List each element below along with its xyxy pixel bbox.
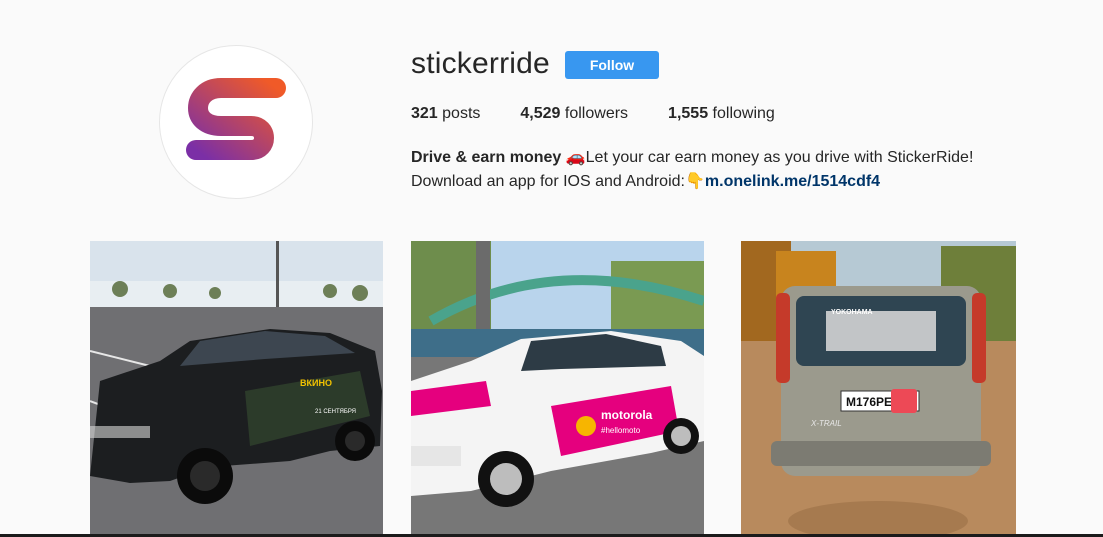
following-count-stat[interactable]: 1,555 following — [668, 105, 775, 123]
bio-text: Let your car earn money as you drive wit… — [585, 149, 974, 166]
svg-text:М176РЕ: М176РЕ — [846, 395, 892, 409]
profile-username: stickerride — [411, 47, 550, 80]
bio-full-name: Drive & earn money — [411, 149, 562, 166]
follow-button[interactable]: Follow — [565, 51, 659, 79]
followers-count-stat[interactable]: 4,529 followers — [520, 105, 628, 123]
svg-text:X-TRAIL: X-TRAIL — [810, 419, 842, 428]
post-image-white-car: motorola #hellomoto — [411, 241, 704, 534]
bio-download-text: Download an app for IOS and Android: — [411, 173, 685, 190]
post-thumbnail-3[interactable]: YOKOHAMA М176РЕ X-TRAIL — [741, 241, 1016, 534]
posts-count-stat: 321 posts — [411, 105, 480, 123]
profile-bio: Drive & earn money 🚗Let your car earn mo… — [411, 146, 973, 194]
post-image-silver-suv: YOKOHAMA М176РЕ X-TRAIL — [741, 241, 1016, 534]
svg-text:motorola: motorola — [601, 408, 653, 422]
posts-label: posts — [442, 105, 481, 122]
posts-count: 321 — [411, 105, 438, 122]
svg-text:ВКИНО: ВКИНО — [300, 378, 332, 388]
bio-link[interactable]: m.onelink.me/1514cdf4 — [705, 173, 880, 190]
post-image-black-car: ВКИНО 21 СЕНТЯБРЯ — [90, 241, 383, 534]
profile-stats: 321 posts 4,529 followers 1,555 followin… — [411, 105, 815, 123]
stickerride-logo-icon — [186, 78, 286, 160]
svg-text:21 СЕНТЯБРЯ: 21 СЕНТЯБРЯ — [315, 409, 356, 415]
post-thumbnail-1[interactable]: ВКИНО 21 СЕНТЯБРЯ — [90, 241, 383, 534]
following-count: 1,555 — [668, 105, 709, 122]
profile-avatar — [159, 45, 313, 199]
following-label: following — [712, 105, 775, 122]
post-thumbnail-2[interactable]: motorola #hellomoto — [411, 241, 704, 534]
car-emoji-icon: 🚗 — [565, 149, 586, 166]
svg-text:#hellomoto: #hellomoto — [601, 426, 641, 435]
pointing-down-emoji-icon: 👇 — [684, 173, 705, 190]
followers-label: followers — [564, 105, 629, 122]
svg-text:YOKOHAMA: YOKOHAMA — [831, 309, 873, 316]
bio-line-1: Drive & earn money 🚗Let your car earn mo… — [411, 146, 973, 170]
followers-count: 4,529 — [520, 105, 561, 122]
bio-line-2: Download an app for IOS and Android:👇m.o… — [411, 170, 973, 194]
